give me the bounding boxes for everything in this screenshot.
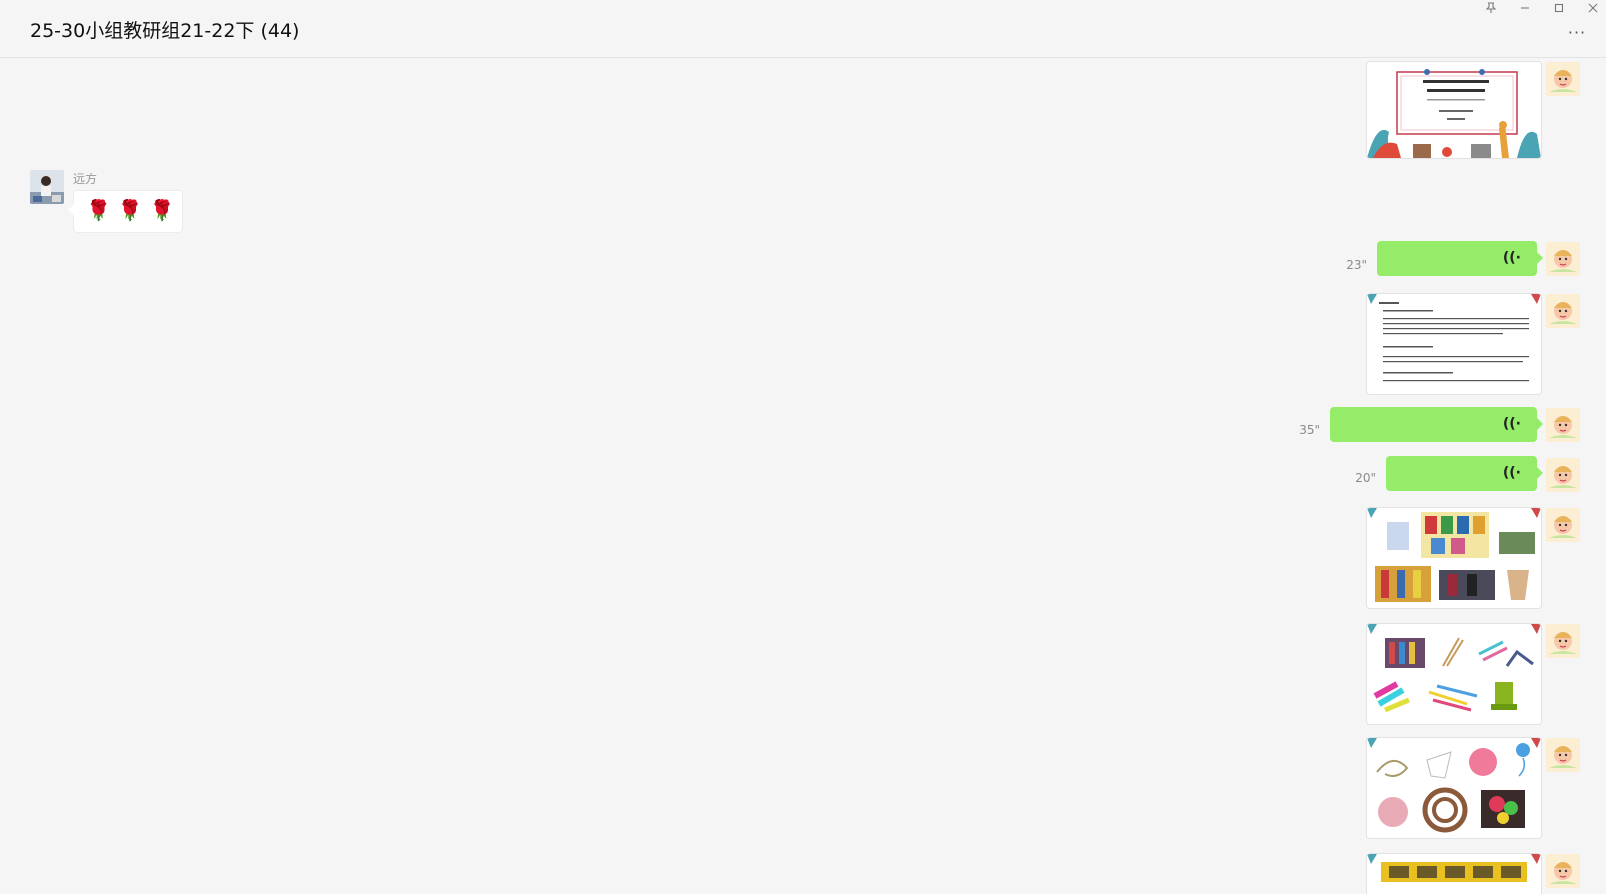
rose-emoji-text: 🌹🌹🌹 <box>86 198 182 222</box>
my-avatar[interactable] <box>1546 458 1580 492</box>
chat-title[interactable]: 25-30小组教研组21-22下 (44) <box>30 16 299 43</box>
pin-icon[interactable] <box>1480 2 1502 18</box>
voice-wave-icon: ((· <box>1502 465 1521 481</box>
sender-name: 远方 <box>73 172 98 186</box>
message-list[interactable]: 远方 🌹🌹🌹 23" ((· 35" ((· 20" ((· <box>0 58 1606 894</box>
my-avatar[interactable] <box>1546 854 1580 888</box>
voice-duration: 20" <box>1355 471 1376 485</box>
image-message[interactable] <box>1366 737 1542 839</box>
my-avatar[interactable] <box>1546 624 1580 658</box>
maximize-icon[interactable] <box>1548 2 1570 18</box>
minimize-icon[interactable] <box>1514 2 1536 18</box>
voice-duration: 23" <box>1346 258 1367 272</box>
image-message[interactable] <box>1366 507 1542 609</box>
chat-window: 25-30小组教研组21-22下 (44) ··· 远方 🌹🌹🌹 23" ((·… <box>0 0 1606 894</box>
voice-message[interactable]: ((· <box>1330 407 1543 442</box>
voice-message[interactable]: ((· <box>1386 456 1543 491</box>
my-avatar[interactable] <box>1546 294 1580 328</box>
chat-header: 25-30小组教研组21-22下 (44) ··· <box>0 0 1606 58</box>
voice-message[interactable]: ((· <box>1377 241 1543 276</box>
sender-avatar[interactable] <box>30 170 64 204</box>
my-avatar[interactable] <box>1546 738 1580 772</box>
image-message[interactable] <box>1366 61 1542 159</box>
image-message[interactable] <box>1366 623 1542 725</box>
voice-wave-icon: ((· <box>1502 250 1521 266</box>
voice-wave-icon: ((· <box>1502 416 1521 432</box>
image-message[interactable] <box>1366 293 1542 395</box>
image-message[interactable] <box>1366 853 1542 894</box>
voice-duration: 35" <box>1299 423 1320 437</box>
my-avatar[interactable] <box>1546 508 1580 542</box>
close-icon[interactable] <box>1582 2 1604 18</box>
my-avatar[interactable] <box>1546 408 1580 442</box>
my-avatar[interactable] <box>1546 62 1580 96</box>
text-message-bubble[interactable]: 🌹🌹🌹 <box>68 190 183 233</box>
more-options-button[interactable]: ··· <box>1566 25 1588 41</box>
my-avatar[interactable] <box>1546 242 1580 276</box>
